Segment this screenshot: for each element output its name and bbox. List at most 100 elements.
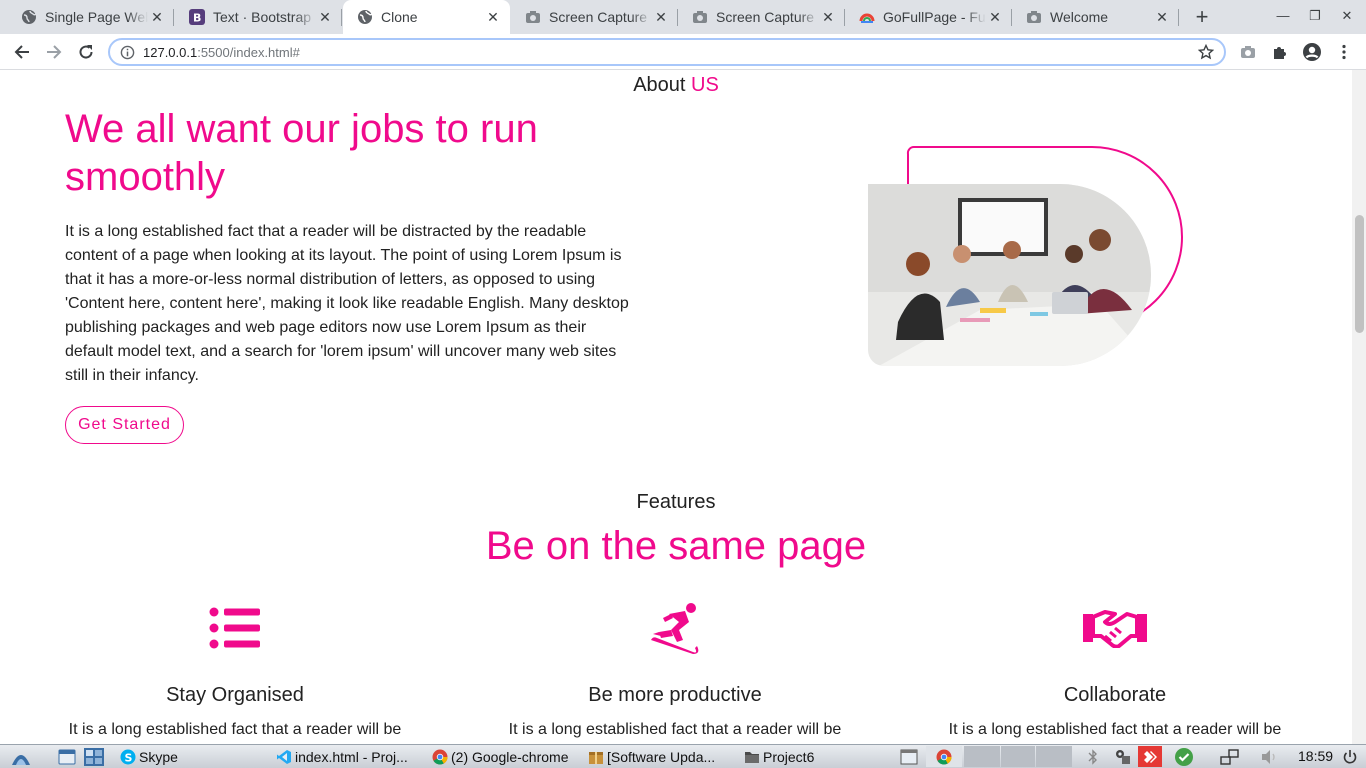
handshake-icon — [895, 600, 1335, 656]
back-button[interactable] — [11, 41, 33, 63]
close-icon[interactable]: ✕ — [148, 9, 166, 26]
minimize-button[interactable]: — — [1273, 8, 1293, 26]
hero-title: We all want our jobs to run smoothly — [65, 107, 538, 199]
taskbar-item-label: (2) Google-chrome — [451, 748, 569, 765]
tab-welcome[interactable]: Welcome ✕ — [1012, 0, 1179, 34]
taskbar-item-label: Project6 — [763, 748, 815, 765]
globe-icon — [21, 9, 37, 25]
camera-icon — [1026, 9, 1042, 25]
start-menu-icon — [12, 754, 30, 765]
camera-icon — [525, 9, 541, 25]
kebab-menu-icon[interactable] — [1334, 42, 1354, 62]
tray-chrome-window[interactable] — [926, 746, 962, 767]
camera-icon[interactable] — [1238, 42, 1258, 62]
chrome-icon — [432, 749, 448, 765]
taskbar-item-software-update[interactable]: [Software Upda... — [588, 746, 738, 767]
clock: 18:59 — [1298, 748, 1334, 764]
volume-icon[interactable] — [1260, 746, 1282, 767]
tab-title: Welcome — [1050, 9, 1109, 25]
close-window-button[interactable]: ✕ — [1337, 8, 1357, 26]
tab-separator — [1178, 9, 1179, 26]
gofullpage-icon — [859, 9, 875, 25]
tab-clone[interactable]: Clone ✕ — [343, 0, 510, 34]
reload-button[interactable] — [75, 41, 97, 63]
scrollbar-thumb[interactable] — [1355, 215, 1364, 333]
vscode-icon — [276, 749, 292, 765]
show-desktop-button[interactable] — [58, 746, 80, 767]
start-menu-button[interactable] — [10, 746, 36, 767]
tab-title: Text · Bootstrap — [213, 9, 312, 25]
close-icon[interactable]: ✕ — [484, 9, 502, 26]
chrome-icon — [936, 749, 952, 765]
get-started-button[interactable]: Get Started — [65, 406, 184, 444]
feature-title: Be more productive — [588, 684, 762, 706]
tab-single-page-web[interactable]: Single Page Web ✕ — [7, 0, 174, 34]
taskbar-item-label: index.html - Proj... — [295, 748, 408, 765]
tray-window-list[interactable] — [900, 746, 920, 767]
tab-separator — [173, 9, 174, 26]
about-heading-prefix: About — [633, 74, 686, 96]
reload-icon — [79, 45, 93, 59]
anydesk-icon[interactable] — [1138, 746, 1162, 767]
features-title: Be on the same page — [485, 524, 867, 568]
feature-text: It is a long established fact that a rea… — [948, 721, 1282, 738]
bookmark-star-icon[interactable] — [1197, 43, 1215, 65]
about-heading-highlight: US — [691, 74, 719, 96]
camera-icon — [692, 9, 708, 25]
tab-screen-capture-1[interactable]: Screen Capture ✕ — [511, 0, 678, 34]
taskbar-item-chrome[interactable]: (2) Google-chrome — [432, 746, 582, 767]
workspace-switcher[interactable] — [84, 746, 108, 767]
features-heading: Features — [636, 491, 716, 513]
close-icon[interactable]: ✕ — [1153, 9, 1171, 26]
about-image — [860, 142, 1190, 372]
tab-bootstrap-text[interactable]: B Text · Bootstrap ✕ — [175, 0, 342, 34]
list-icon — [15, 600, 455, 656]
tray-window-slot-3[interactable] — [1036, 746, 1072, 767]
new-tab-button[interactable]: + — [1190, 6, 1214, 28]
tab-strip: Single Page Web ✕ B Text · Bootstrap ✕ C… — [0, 0, 1366, 34]
globe-icon — [357, 9, 373, 25]
tab-screen-capture-2[interactable]: Screen Capture ✕ — [678, 0, 845, 34]
power-icon[interactable] — [1342, 746, 1362, 767]
feature-text: It is a long established fact that a rea… — [68, 721, 402, 738]
close-icon[interactable]: ✕ — [986, 9, 1004, 26]
tab-title: Screen Capture — [716, 9, 815, 25]
feature-be-more-productive: Be more productive It is a long establis… — [455, 600, 895, 739]
page-scrollbar[interactable] — [1352, 70, 1366, 744]
feature-text: It is a long established fact that a rea… — [508, 721, 842, 738]
close-icon[interactable]: ✕ — [819, 9, 837, 26]
extensions-puzzle-icon[interactable] — [1270, 42, 1290, 62]
svg-text:B: B — [193, 12, 201, 25]
bluetooth-icon[interactable] — [1088, 746, 1102, 767]
feature-title: Collaborate — [1063, 684, 1167, 706]
tray-window-slot-1[interactable] — [964, 746, 1000, 767]
url-host: 127.0.0.1 — [143, 45, 198, 60]
tray-tool-icon[interactable] — [1114, 746, 1134, 767]
tab-separator — [341, 9, 342, 26]
taskbar-item-vscode[interactable]: index.html - Proj... — [276, 746, 426, 767]
browser-toolbar: 127.0.0.1:5500/index.html# — [0, 34, 1366, 70]
url-path: :5500/index.html# — [197, 45, 300, 60]
os-taskbar: S Skype index.html - Proj... (2) Google-… — [0, 744, 1366, 768]
info-icon[interactable] — [120, 45, 135, 65]
profile-avatar-icon[interactable] — [1302, 42, 1322, 62]
tray-window-slot-2[interactable] — [1001, 746, 1035, 767]
workspace-icon — [84, 747, 104, 766]
maximize-button[interactable]: ❐ — [1305, 8, 1325, 26]
close-icon[interactable]: ✕ — [316, 9, 334, 26]
page-viewport: About US We all want our jobs to run smo… — [0, 70, 1352, 744]
network-icon[interactable] — [1220, 746, 1242, 767]
forward-button[interactable] — [43, 41, 65, 63]
update-check-icon[interactable] — [1174, 746, 1196, 767]
tab-title: GoFullPage - Fu — [883, 9, 986, 25]
arrow-right-icon — [47, 45, 62, 59]
taskbar-item-project6[interactable]: Project6 — [744, 746, 884, 767]
address-bar[interactable]: 127.0.0.1:5500/index.html# — [108, 38, 1226, 66]
taskbar-item-skype[interactable]: S Skype — [120, 746, 270, 767]
close-icon[interactable]: ✕ — [652, 9, 670, 26]
tab-gofullpage[interactable]: GoFullPage - Fu ✕ — [845, 0, 1012, 34]
feature-collaborate: Collaborate It is a long established fac… — [895, 600, 1335, 739]
tab-title: Clone — [381, 9, 418, 25]
taskbar-item-label: Skype — [139, 748, 178, 765]
svg-text:S: S — [125, 751, 133, 764]
